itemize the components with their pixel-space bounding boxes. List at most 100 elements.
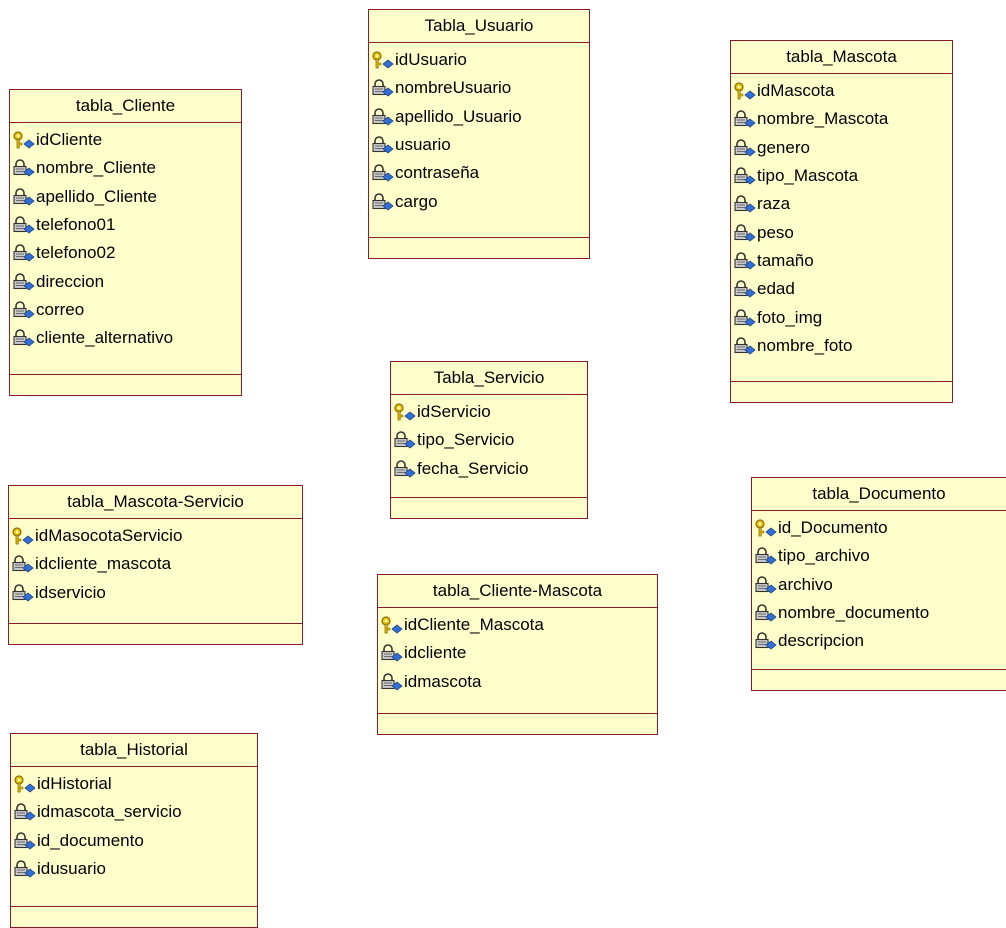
attribute-row[interactable]: idservicio: [11, 579, 302, 607]
entity-footer: [369, 237, 589, 258]
entity-tabla-cliente[interactable]: tabla_Cliente idCliente nombre_Cliente ape…: [9, 89, 242, 396]
entity-footer: [731, 381, 952, 402]
attribute-row[interactable]: tipo_Servicio: [393, 426, 587, 454]
entity-title: tabla_Mascota-Servicio: [9, 486, 302, 519]
attribute-row[interactable]: archivo: [754, 571, 1006, 599]
attribute-row[interactable]: correo: [12, 296, 241, 324]
attribute-row[interactable]: id_Documento: [754, 514, 1006, 542]
attribute-name: id_documento: [37, 830, 144, 850]
attribute-row[interactable]: telefono02: [12, 239, 241, 267]
attribute-name: nombre_documento: [778, 603, 930, 623]
attribute-row[interactable]: idCliente_Mascota: [380, 611, 657, 639]
attribute-row[interactable]: idcliente_mascota: [11, 550, 302, 578]
attribute-row[interactable]: edad: [733, 275, 952, 303]
attribute-row[interactable]: nombreUsuario: [371, 74, 589, 102]
attribute-icon: [393, 459, 417, 479]
attribute-row[interactable]: idHistorial: [13, 770, 257, 798]
entity-tabla-mascota[interactable]: tabla_Mascota idMascota nombre_Mascotagen…: [730, 40, 953, 403]
attribute-row[interactable]: apellido_Usuario: [371, 103, 589, 131]
entity-tabla-mascota-servicio[interactable]: tabla_Mascota-Servicio idMasocotaServici…: [8, 485, 303, 645]
entity-footer: [9, 623, 302, 644]
attribute-name: archivo: [778, 574, 833, 594]
entity-title: Tabla_Usuario: [369, 10, 589, 43]
attribute-row[interactable]: id_documento: [13, 827, 257, 855]
entity-tabla-historial[interactable]: tabla_Historial idHistorial idmascota_ser…: [10, 733, 258, 928]
attribute-row[interactable]: cargo: [371, 187, 589, 215]
attribute-row[interactable]: genero: [733, 134, 952, 162]
attribute-row[interactable]: idmascota_servicio: [13, 798, 257, 826]
entity-footer: [378, 713, 657, 734]
attribute-name: genero: [757, 137, 810, 157]
attribute-name: idcliente: [404, 643, 467, 663]
primary-key-icon: [380, 615, 404, 635]
attribute-icon: [733, 223, 757, 243]
attribute-row[interactable]: idmascota: [380, 668, 657, 696]
attribute-row[interactable]: nombre_foto: [733, 332, 952, 360]
attribute-row[interactable]: nombre_documento: [754, 599, 1006, 627]
attribute-row[interactable]: descripcion: [754, 627, 1006, 655]
attribute-icon: [12, 300, 36, 320]
attribute-icon: [371, 107, 395, 127]
attribute-icon: [754, 631, 778, 651]
attribute-row[interactable]: idMasocotaServicio: [11, 522, 302, 550]
attribute-row[interactable]: idServicio: [393, 398, 587, 426]
attribute-row[interactable]: tipo_archivo: [754, 542, 1006, 570]
attribute-name: tamaño: [757, 250, 814, 270]
attribute-row[interactable]: raza: [733, 190, 952, 218]
attribute-name: foto_img: [757, 307, 823, 327]
entity-footer: [10, 374, 241, 395]
attribute-name: idMasocotaServicio: [35, 526, 183, 546]
attribute-row[interactable]: fecha_Servicio: [393, 455, 587, 483]
attribute-icon: [733, 138, 757, 158]
entity-title: tabla_Documento: [752, 478, 1006, 511]
attribute-name: contraseña: [395, 163, 480, 183]
attribute-name: peso: [757, 222, 794, 242]
attribute-row[interactable]: cliente_alternativo: [12, 324, 241, 352]
attribute-row[interactable]: telefono01: [12, 211, 241, 239]
attribute-name: tipo_Servicio: [417, 430, 515, 450]
attribute-row[interactable]: peso: [733, 218, 952, 246]
attribute-name: edad: [757, 279, 795, 299]
attribute-row[interactable]: apellido_Cliente: [12, 183, 241, 211]
attribute-icon: [371, 135, 395, 155]
attribute-row[interactable]: idMascota: [733, 77, 952, 105]
entity-title: tabla_Historial: [11, 734, 257, 767]
attribute-name: direccion: [36, 271, 105, 291]
primary-key-icon: [754, 518, 778, 538]
attribute-icon: [13, 831, 37, 851]
attribute-name: idmascota: [404, 671, 482, 691]
attribute-icon: [12, 215, 36, 235]
attribute-row[interactable]: usuario: [371, 131, 589, 159]
entity-tabla-documento[interactable]: tabla_Documento id_Documento tipo_archivo…: [751, 477, 1006, 691]
entity-tabla-cliente-mascota[interactable]: tabla_Cliente-Mascota idCliente_Mascota i…: [377, 574, 658, 735]
attribute-name: idCliente_Mascota: [404, 615, 544, 635]
attribute-row[interactable]: nombre_Mascota: [733, 105, 952, 133]
attribute-icon: [13, 859, 37, 879]
attribute-row[interactable]: nombre_Cliente: [12, 154, 241, 182]
attribute-row[interactable]: idUsuario: [371, 46, 589, 74]
entity-title: tabla_Mascota: [731, 41, 952, 74]
attribute-name: cliente_alternativo: [36, 328, 174, 348]
attribute-row[interactable]: direccion: [12, 267, 241, 295]
attribute-row[interactable]: idusuario: [13, 855, 257, 883]
attribute-row[interactable]: tipo_Mascota: [733, 162, 952, 190]
attribute-icon: [12, 328, 36, 348]
attribute-name: nombre_Mascota: [757, 109, 889, 129]
attribute-icon: [733, 251, 757, 271]
attribute-icon: [12, 243, 36, 263]
primary-key-icon: [13, 774, 37, 794]
attribute-icon: [12, 187, 36, 207]
attribute-name: descripcion: [778, 631, 864, 651]
attribute-icon: [11, 583, 35, 603]
attribute-name: correo: [36, 299, 85, 319]
attribute-row[interactable]: foto_img: [733, 303, 952, 331]
entity-tabla-servicio[interactable]: Tabla_Servicio idServicio tipo_Servicio fe…: [390, 361, 588, 519]
attribute-row[interactable]: idCliente: [12, 126, 241, 154]
attribute-icon: [733, 194, 757, 214]
attribute-row[interactable]: contraseña: [371, 159, 589, 187]
attribute-row[interactable]: tamaño: [733, 247, 952, 275]
attribute-name: idusuario: [37, 859, 106, 879]
entity-tabla-usuario[interactable]: Tabla_Usuario idUsuario nombreUsuario apel…: [368, 9, 590, 259]
attribute-name: idMascota: [757, 81, 835, 101]
attribute-row[interactable]: idcliente: [380, 639, 657, 667]
